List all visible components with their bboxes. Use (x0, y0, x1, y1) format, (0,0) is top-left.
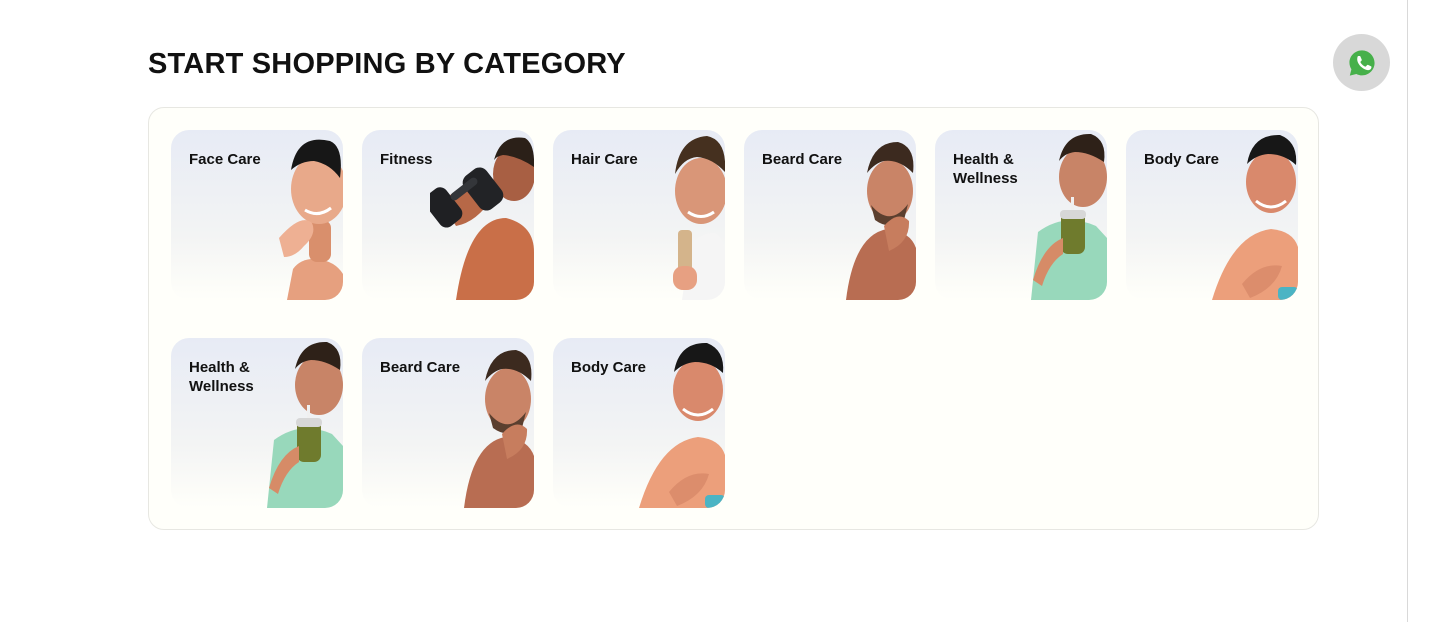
category-label: Health & Wellness (953, 151, 1018, 187)
page-scrollbar-line (1407, 0, 1408, 622)
category-card-beard-care-2[interactable]: Beard Care (362, 338, 534, 508)
category-card-face-care[interactable]: Face Care (171, 130, 343, 300)
whatsapp-icon (1348, 49, 1375, 76)
category-card-hair-care[interactable]: Hair Care (553, 130, 725, 300)
category-label: Health & Wellness (189, 359, 254, 395)
category-card-beard-care[interactable]: Beard Care (744, 130, 916, 300)
category-label: Face Care (189, 151, 261, 168)
category-label: Hair Care (571, 151, 638, 168)
category-label: Body Care (1144, 151, 1220, 168)
whatsapp-button[interactable] (1333, 34, 1390, 91)
category-label: Fitness (380, 151, 433, 168)
category-card-fitness[interactable]: Fitness (362, 130, 534, 300)
category-label: Body Care (571, 359, 647, 376)
category-label: Beard Care (380, 359, 461, 376)
category-card-body-care-2[interactable]: Body Care (553, 338, 725, 508)
category-label: Beard Care (762, 151, 843, 168)
category-card-health-wellness[interactable]: Health & Wellness (935, 130, 1107, 300)
category-card-body-care[interactable]: Body Care (1126, 130, 1298, 300)
category-card-health-wellness-2[interactable]: Health & Wellness (171, 338, 343, 508)
section-title: START SHOPPING BY CATEGORY (148, 48, 626, 80)
